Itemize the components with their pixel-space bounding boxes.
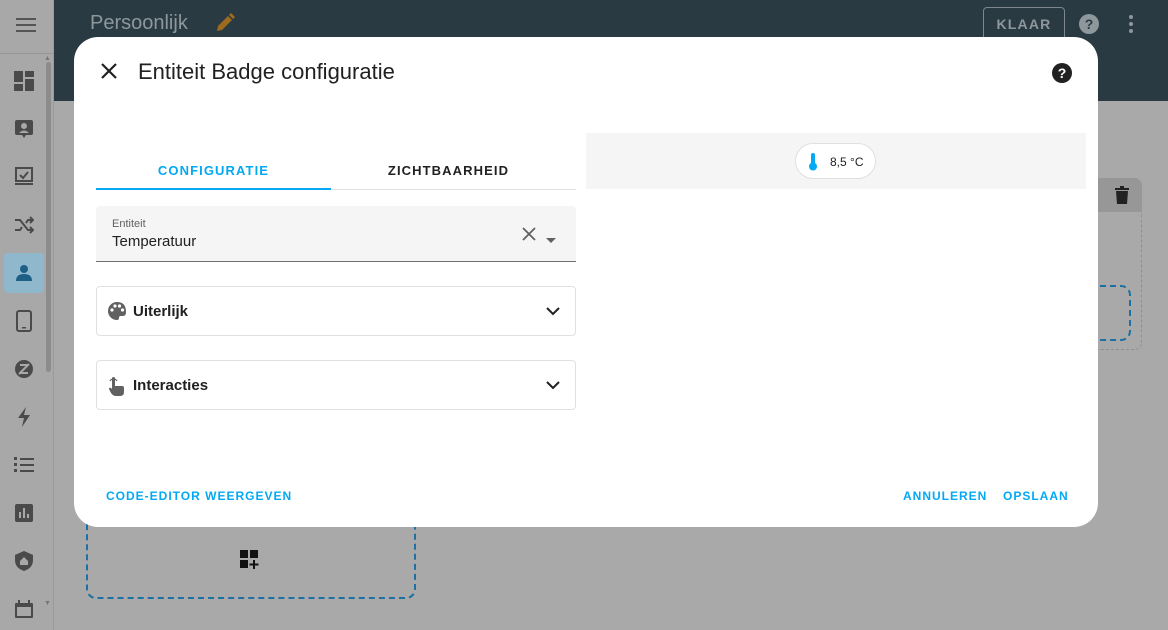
badge-preview: 8,5 °C <box>586 133 1086 189</box>
cancel-button[interactable]: ANNULEREN <box>903 489 987 503</box>
overview-icon <box>14 71 34 91</box>
badge-config-dialog: Entiteit Badge configuratie ? CONFIGURAT… <box>74 37 1098 527</box>
energy-icon <box>18 407 30 427</box>
svg-text:?: ? <box>1058 65 1067 81</box>
page-title: Persoonlijk <box>90 12 188 34</box>
scroll-up-arrow-icon[interactable]: ▲ <box>44 55 51 62</box>
sidebar-item-logbook[interactable] <box>4 157 44 197</box>
automations-icon <box>15 216 34 234</box>
help-circle-icon[interactable]: ? <box>1051 62 1073 89</box>
tab-bar: CONFIGURATIE ZICHTBAARHEID <box>96 150 576 190</box>
sidebar-item-person[interactable] <box>4 253 44 293</box>
dropdown-arrow-icon[interactable] <box>546 231 556 249</box>
code-editor-button[interactable]: CODE-EDITOR WEERGEVEN <box>106 489 292 503</box>
gesture-tap-icon <box>107 375 127 402</box>
close-icon[interactable] <box>100 62 120 82</box>
sidebar-item-phone[interactable] <box>4 301 44 341</box>
trash-icon[interactable] <box>1115 186 1129 209</box>
sidebar-item-automations[interactable] <box>4 205 44 245</box>
section-interacties-label: Interacties <box>133 377 209 394</box>
menu-icon[interactable] <box>13 13 39 37</box>
done-button[interactable]: KLAAR <box>983 7 1065 41</box>
map-icon <box>15 120 33 138</box>
chevron-down-icon[interactable] <box>546 303 560 321</box>
person-icon <box>16 265 32 281</box>
badge-value: 8,5 °C <box>830 155 864 169</box>
sidebar-item-history[interactable] <box>4 493 44 533</box>
add-card-icon[interactable] <box>240 550 262 577</box>
sidebar-item-security[interactable] <box>4 541 44 581</box>
dialog-title: Entiteit Badge configuratie <box>138 59 395 84</box>
tab-configuratie[interactable]: CONFIGURATIE <box>96 150 331 190</box>
more-vertical-icon[interactable] <box>1128 14 1134 39</box>
section-uiterlijk-label: Uiterlijk <box>133 303 189 320</box>
thermometer-icon <box>808 153 818 176</box>
entity-badge[interactable]: 8,5 °C <box>795 143 876 179</box>
scroll-down-arrow-icon[interactable]: ▼ <box>44 600 51 607</box>
sidebar: ▲ ▼ <box>0 0 54 630</box>
clear-icon[interactable] <box>522 227 536 246</box>
sidebar-item-zwave[interactable] <box>4 349 44 389</box>
palette-icon <box>107 301 127 326</box>
zwave-icon <box>15 360 33 378</box>
calendar-icon <box>15 600 33 618</box>
entity-field-value[interactable]: Temperatuur <box>112 233 196 250</box>
section-interacties[interactable]: Interacties <box>96 360 576 410</box>
sidebar-item-energy[interactable] <box>4 397 44 437</box>
help-circle-icon[interactable]: ? <box>1078 13 1100 40</box>
sidebar-item-map[interactable] <box>4 109 44 149</box>
sidebar-item-todo[interactable] <box>4 445 44 485</box>
section-uiterlijk[interactable]: Uiterlijk <box>96 286 576 336</box>
todo-icon <box>14 457 34 472</box>
sidebar-item-calendar[interactable] <box>4 589 44 629</box>
save-button[interactable]: OPSLAAN <box>1003 489 1069 503</box>
phone-icon <box>16 310 32 332</box>
svg-text:?: ? <box>1085 16 1094 32</box>
security-icon <box>15 551 33 571</box>
sidebar-item-overview[interactable] <box>4 61 44 101</box>
logbook-icon <box>15 167 33 185</box>
tab-zichtbaarheid[interactable]: ZICHTBAARHEID <box>331 150 566 190</box>
sidebar-scrollbar[interactable] <box>46 62 51 372</box>
chevron-down-icon[interactable] <box>546 377 560 395</box>
pencil-icon[interactable] <box>215 13 235 38</box>
history-icon <box>15 504 33 522</box>
entity-select-field[interactable]: Entiteit Temperatuur <box>96 206 576 262</box>
sidebar-divider <box>0 53 54 54</box>
entity-field-label: Entiteit <box>112 218 146 230</box>
active-tab-indicator <box>96 188 331 190</box>
